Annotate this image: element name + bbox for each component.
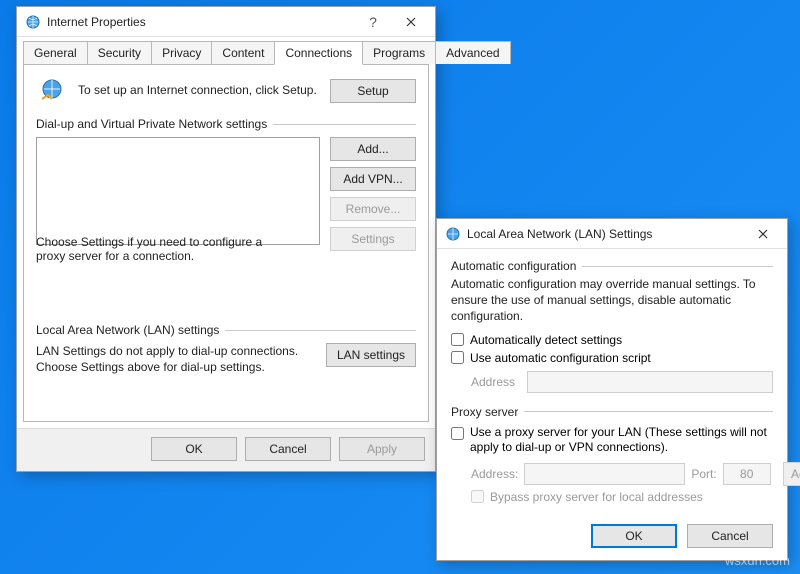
- tab-general[interactable]: General: [23, 41, 88, 64]
- tab-content[interactable]: Content: [211, 41, 275, 64]
- auto-detect-checkbox-input[interactable]: [451, 333, 464, 346]
- script-address-input: [527, 371, 773, 393]
- dialog-buttons: OK Cancel Apply: [17, 428, 435, 471]
- proxy-port-input: [723, 463, 771, 485]
- tabstrip: General Security Privacy Content Connect…: [17, 37, 435, 64]
- lan-group-label: Local Area Network (LAN) settings: [36, 323, 416, 337]
- use-proxy-checkbox-input[interactable]: [451, 427, 464, 440]
- use-proxy-label: Use a proxy server for your LAN (These s…: [470, 425, 773, 456]
- ok-button[interactable]: OK: [151, 437, 237, 461]
- proxy-address-label: Address:: [471, 467, 518, 481]
- tab-privacy[interactable]: Privacy: [151, 41, 212, 64]
- help-button[interactable]: ?: [355, 7, 391, 36]
- lan-cancel-button[interactable]: Cancel: [687, 524, 773, 548]
- setup-text: To set up an Internet connection, click …: [78, 83, 330, 99]
- cancel-button[interactable]: Cancel: [245, 437, 331, 461]
- choose-settings-text: Choose Settings if you need to configure…: [36, 235, 286, 263]
- script-address-label: Address: [471, 375, 527, 389]
- lan-body: Automatic configuration Automatic config…: [437, 249, 787, 514]
- tab-advanced[interactable]: Advanced: [435, 41, 510, 64]
- tab-panel-connections: To set up an Internet connection, click …: [23, 64, 429, 422]
- close-button[interactable]: [391, 7, 431, 36]
- lan-settings-button[interactable]: LAN settings: [326, 343, 416, 367]
- proxy-address-input: [524, 463, 685, 485]
- lan-ok-button[interactable]: OK: [591, 524, 677, 548]
- tab-programs[interactable]: Programs: [362, 41, 436, 64]
- apply-button: Apply: [339, 437, 425, 461]
- lan-close-button[interactable]: [743, 219, 783, 248]
- tab-security[interactable]: Security: [87, 41, 152, 64]
- auto-config-description: Automatic configuration may override man…: [451, 276, 773, 325]
- watermark: wsxdn.com: [725, 553, 790, 568]
- add-button[interactable]: Add...: [330, 137, 416, 161]
- auto-script-label: Use automatic configuration script: [470, 351, 651, 365]
- internet-options-icon: [445, 226, 461, 242]
- window-title: Internet Properties: [47, 15, 355, 29]
- tab-connections[interactable]: Connections: [274, 41, 363, 65]
- lan-window-title: Local Area Network (LAN) Settings: [467, 227, 743, 241]
- proxy-group-label: Proxy server: [451, 405, 773, 419]
- bypass-local-label: Bypass proxy server for local addresses: [490, 490, 703, 504]
- setup-button[interactable]: Setup: [330, 79, 416, 103]
- lan-settings-window: Local Area Network (LAN) Settings Automa…: [436, 218, 788, 561]
- proxy-port-label: Port:: [691, 467, 716, 481]
- internet-options-icon: [25, 14, 41, 30]
- remove-button: Remove...: [330, 197, 416, 221]
- internet-properties-window: Internet Properties ? General Security P…: [16, 6, 436, 472]
- proxy-advanced-button: Advanced: [783, 462, 800, 486]
- bypass-local-checkbox-input: [471, 490, 484, 503]
- bypass-local-checkbox: Bypass proxy server for local addresses: [451, 490, 773, 504]
- auto-detect-checkbox[interactable]: Automatically detect settings: [451, 333, 773, 347]
- globe-wizard-icon: [36, 75, 68, 107]
- dialup-group-label: Dial-up and Virtual Private Network sett…: [36, 117, 416, 131]
- add-vpn-button[interactable]: Add VPN...: [330, 167, 416, 191]
- auto-config-group-label: Automatic configuration: [451, 259, 773, 273]
- auto-detect-label: Automatically detect settings: [470, 333, 622, 347]
- lan-titlebar: Local Area Network (LAN) Settings: [437, 219, 787, 249]
- lan-description: LAN Settings do not apply to dial-up con…: [36, 343, 316, 375]
- titlebar: Internet Properties ?: [17, 7, 435, 37]
- use-proxy-checkbox[interactable]: Use a proxy server for your LAN (These s…: [451, 425, 773, 456]
- auto-script-checkbox[interactable]: Use automatic configuration script: [451, 351, 773, 365]
- connection-settings-button: Settings: [330, 227, 416, 251]
- auto-script-checkbox-input[interactable]: [451, 351, 464, 364]
- connections-listbox[interactable]: [36, 137, 320, 245]
